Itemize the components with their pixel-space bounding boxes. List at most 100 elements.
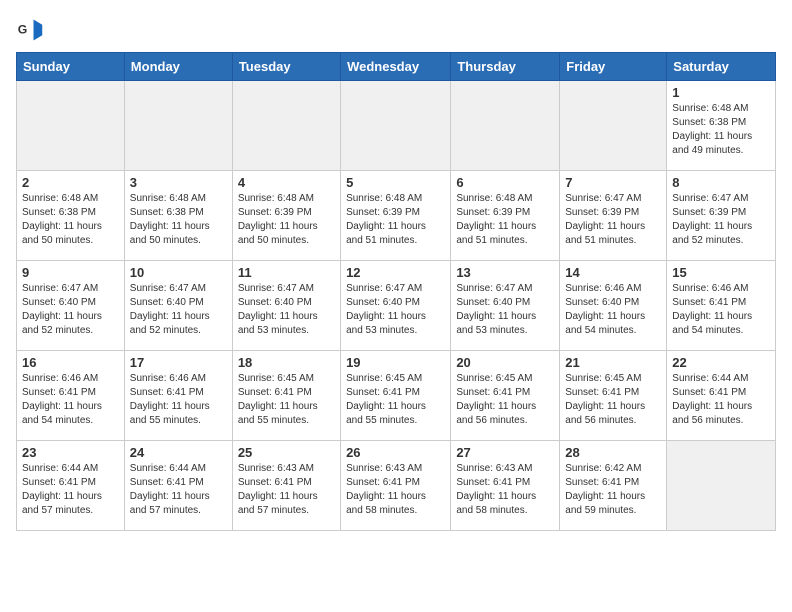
calendar-cell: 7 Sunrise: 6:47 AM Sunset: 6:39 PM Daylig… <box>560 171 667 261</box>
calendar-cell <box>124 81 232 171</box>
day-number: 12 <box>346 265 445 280</box>
weekday-header-saturday: Saturday <box>667 53 776 81</box>
calendar-cell: 22 Sunrise: 6:44 AM Sunset: 6:41 PM Dayli… <box>667 351 776 441</box>
calendar-cell: 21 Sunrise: 6:45 AM Sunset: 6:41 PM Dayli… <box>560 351 667 441</box>
calendar-cell: 8 Sunrise: 6:47 AM Sunset: 6:39 PM Daylig… <box>667 171 776 261</box>
calendar-cell: 18 Sunrise: 6:45 AM Sunset: 6:41 PM Dayli… <box>232 351 340 441</box>
week-row-1: 1Sunrise: 6:48 AM Sunset: 6:38 PM Daylig… <box>17 81 776 171</box>
day-info: Sunrise: 6:47 AM Sunset: 6:40 PM Dayligh… <box>22 282 119 338</box>
day-number: 26 <box>346 445 445 460</box>
day-number: 11 <box>238 265 335 280</box>
day-info: Sunrise: 6:48 AM Sunset: 6:39 PM Dayligh… <box>346 192 445 248</box>
calendar-cell: 9 Sunrise: 6:47 AM Sunset: 6:40 PM Daylig… <box>17 261 125 351</box>
calendar-cell: 19 Sunrise: 6:45 AM Sunset: 6:41 PM Dayli… <box>341 351 451 441</box>
calendar-header-row: SundayMondayTuesdayWednesdayThursdayFrid… <box>17 53 776 81</box>
day-info: Sunrise: 6:48 AM Sunset: 6:39 PM Dayligh… <box>238 192 335 248</box>
day-number: 10 <box>130 265 227 280</box>
day-number: 16 <box>22 355 119 370</box>
day-number: 17 <box>130 355 227 370</box>
day-number: 5 <box>346 175 445 190</box>
day-number: 22 <box>672 355 770 370</box>
calendar-cell: 13 Sunrise: 6:47 AM Sunset: 6:40 PM Dayli… <box>451 261 560 351</box>
calendar-cell: 12 Sunrise: 6:47 AM Sunset: 6:40 PM Dayli… <box>341 261 451 351</box>
calendar-cell: 23 Sunrise: 6:44 AM Sunset: 6:41 PM Dayli… <box>17 441 125 531</box>
weekday-header-thursday: Thursday <box>451 53 560 81</box>
svg-text:G: G <box>18 23 28 37</box>
calendar-cell: 4 Sunrise: 6:48 AM Sunset: 6:39 PM Daylig… <box>232 171 340 261</box>
calendar-cell <box>560 81 667 171</box>
day-info: Sunrise: 6:45 AM Sunset: 6:41 PM Dayligh… <box>565 372 661 428</box>
week-row-2: 2 Sunrise: 6:48 AM Sunset: 6:38 PM Daylig… <box>17 171 776 261</box>
day-number: 28 <box>565 445 661 460</box>
day-info: Sunrise: 6:47 AM Sunset: 6:39 PM Dayligh… <box>565 192 661 248</box>
day-number: 8 <box>672 175 770 190</box>
calendar-cell: 6Sunrise: 6:48 AM Sunset: 6:39 PM Daylig… <box>451 171 560 261</box>
calendar-cell <box>232 81 340 171</box>
calendar-cell <box>17 81 125 171</box>
calendar-cell: 16 Sunrise: 6:46 AM Sunset: 6:41 PM Dayli… <box>17 351 125 441</box>
page-header: G <box>16 16 776 44</box>
weekday-header-friday: Friday <box>560 53 667 81</box>
day-info: Sunrise: 6:48 AM Sunset: 6:38 PM Dayligh… <box>130 192 227 248</box>
logo: G <box>16 16 48 44</box>
calendar-cell <box>341 81 451 171</box>
day-number: 21 <box>565 355 661 370</box>
week-row-4: 16 Sunrise: 6:46 AM Sunset: 6:41 PM Dayli… <box>17 351 776 441</box>
calendar-cell: 15 Sunrise: 6:46 AM Sunset: 6:41 PM Dayli… <box>667 261 776 351</box>
calendar-cell: 27Sunrise: 6:43 AM Sunset: 6:41 PM Dayli… <box>451 441 560 531</box>
day-info: Sunrise: 6:47 AM Sunset: 6:40 PM Dayligh… <box>130 282 227 338</box>
calendar-cell: 10 Sunrise: 6:47 AM Sunset: 6:40 PM Dayli… <box>124 261 232 351</box>
day-number: 25 <box>238 445 335 460</box>
calendar-cell: 3Sunrise: 6:48 AM Sunset: 6:38 PM Daylig… <box>124 171 232 261</box>
day-info: Sunrise: 6:46 AM Sunset: 6:41 PM Dayligh… <box>672 282 770 338</box>
calendar-cell: 26 Sunrise: 6:43 AM Sunset: 6:41 PM Dayli… <box>341 441 451 531</box>
day-number: 4 <box>238 175 335 190</box>
day-number: 14 <box>565 265 661 280</box>
calendar-cell: 20 Sunrise: 6:45 AM Sunset: 6:41 PM Dayli… <box>451 351 560 441</box>
day-number: 13 <box>456 265 554 280</box>
day-info: Sunrise: 6:44 AM Sunset: 6:41 PM Dayligh… <box>130 462 227 518</box>
day-number: 19 <box>346 355 445 370</box>
day-number: 1 <box>672 85 770 100</box>
day-info: Sunrise: 6:43 AM Sunset: 6:41 PM Dayligh… <box>456 462 554 518</box>
day-number: 18 <box>238 355 335 370</box>
calendar-cell: 5 Sunrise: 6:48 AM Sunset: 6:39 PM Daylig… <box>341 171 451 261</box>
weekday-header-tuesday: Tuesday <box>232 53 340 81</box>
week-row-5: 23 Sunrise: 6:44 AM Sunset: 6:41 PM Dayli… <box>17 441 776 531</box>
calendar-cell <box>451 81 560 171</box>
weekday-header-wednesday: Wednesday <box>341 53 451 81</box>
weekday-header-sunday: Sunday <box>17 53 125 81</box>
day-info: Sunrise: 6:47 AM Sunset: 6:39 PM Dayligh… <box>672 192 770 248</box>
day-info: Sunrise: 6:45 AM Sunset: 6:41 PM Dayligh… <box>456 372 554 428</box>
calendar-cell: 24Sunrise: 6:44 AM Sunset: 6:41 PM Dayli… <box>124 441 232 531</box>
calendar-cell: 2 Sunrise: 6:48 AM Sunset: 6:38 PM Daylig… <box>17 171 125 261</box>
day-info: Sunrise: 6:46 AM Sunset: 6:41 PM Dayligh… <box>22 372 119 428</box>
day-info: Sunrise: 6:48 AM Sunset: 6:39 PM Dayligh… <box>456 192 554 248</box>
day-number: 23 <box>22 445 119 460</box>
day-info: Sunrise: 6:48 AM Sunset: 6:38 PM Dayligh… <box>22 192 119 248</box>
day-info: Sunrise: 6:47 AM Sunset: 6:40 PM Dayligh… <box>456 282 554 338</box>
day-number: 9 <box>22 265 119 280</box>
calendar: SundayMondayTuesdayWednesdayThursdayFrid… <box>16 52 776 531</box>
day-number: 7 <box>565 175 661 190</box>
day-info: Sunrise: 6:43 AM Sunset: 6:41 PM Dayligh… <box>346 462 445 518</box>
day-info: Sunrise: 6:47 AM Sunset: 6:40 PM Dayligh… <box>238 282 335 338</box>
calendar-cell: 17 Sunrise: 6:46 AM Sunset: 6:41 PM Dayli… <box>124 351 232 441</box>
day-info: Sunrise: 6:43 AM Sunset: 6:41 PM Dayligh… <box>238 462 335 518</box>
calendar-cell <box>667 441 776 531</box>
day-info: Sunrise: 6:47 AM Sunset: 6:40 PM Dayligh… <box>346 282 445 338</box>
day-info: Sunrise: 6:44 AM Sunset: 6:41 PM Dayligh… <box>22 462 119 518</box>
calendar-cell: 28Sunrise: 6:42 AM Sunset: 6:41 PM Dayli… <box>560 441 667 531</box>
calendar-cell: 14Sunrise: 6:46 AM Sunset: 6:40 PM Dayli… <box>560 261 667 351</box>
day-info: Sunrise: 6:45 AM Sunset: 6:41 PM Dayligh… <box>346 372 445 428</box>
week-row-3: 9 Sunrise: 6:47 AM Sunset: 6:40 PM Daylig… <box>17 261 776 351</box>
day-number: 2 <box>22 175 119 190</box>
logo-icon: G <box>16 16 44 44</box>
day-info: Sunrise: 6:44 AM Sunset: 6:41 PM Dayligh… <box>672 372 770 428</box>
day-number: 20 <box>456 355 554 370</box>
day-number: 15 <box>672 265 770 280</box>
calendar-cell: 11 Sunrise: 6:47 AM Sunset: 6:40 PM Dayli… <box>232 261 340 351</box>
day-info: Sunrise: 6:45 AM Sunset: 6:41 PM Dayligh… <box>238 372 335 428</box>
day-info: Sunrise: 6:46 AM Sunset: 6:41 PM Dayligh… <box>130 372 227 428</box>
calendar-cell: 1Sunrise: 6:48 AM Sunset: 6:38 PM Daylig… <box>667 81 776 171</box>
